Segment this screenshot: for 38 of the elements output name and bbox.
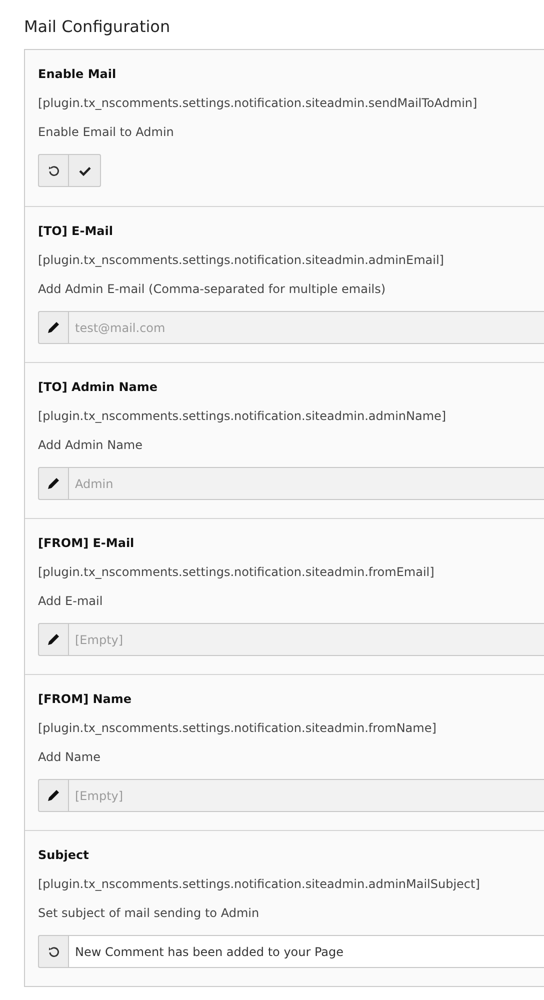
reset-button[interactable] xyxy=(38,935,69,968)
setting-title: Enable Mail xyxy=(38,66,116,82)
setting-key: [plugin.tx_nscomments.settings.notification.siteadmin.sendMailToAdmin] xyxy=(38,95,478,111)
setting-description: Add Name xyxy=(38,749,100,765)
section-heading: Mail Configuration xyxy=(24,16,170,38)
edit-button[interactable] xyxy=(38,467,69,500)
setting-title: [TO] Admin Name xyxy=(38,379,158,395)
edit-button[interactable] xyxy=(38,623,69,656)
setting-description: Set subject of mail sending to Admin xyxy=(38,905,260,921)
pencil-icon xyxy=(47,789,60,802)
setting-title: Subject xyxy=(38,847,89,863)
setting-description: Add Admin Name xyxy=(38,437,143,453)
pencil-icon xyxy=(47,477,60,490)
pencil-icon xyxy=(47,633,60,646)
setting-title: [FROM] Name xyxy=(38,691,132,707)
setting-title: [TO] E-Mail xyxy=(38,223,113,239)
checkbox[interactable] xyxy=(69,154,101,187)
edit-button[interactable] xyxy=(38,311,69,344)
text-field[interactable]: Admin xyxy=(69,467,544,500)
check-icon xyxy=(78,166,90,176)
text-field[interactable]: New Comment has been added to your Page xyxy=(69,935,544,968)
setting-description: Add E-mail xyxy=(38,593,103,609)
edit-button[interactable] xyxy=(38,779,69,812)
setting-description: Add Admin E-mail (Comma-separated for multiple emails) xyxy=(38,281,386,297)
text-field[interactable]: [Empty] xyxy=(69,779,544,812)
text-field[interactable]: [Empty] xyxy=(69,623,544,656)
setting-key: [plugin.tx_nscomments.settings.notification.siteadmin.adminEmail] xyxy=(38,252,444,268)
setting-key: [plugin.tx_nscomments.settings.notification.siteadmin.fromEmail] xyxy=(38,564,434,580)
pencil-icon xyxy=(47,321,60,334)
reset-icon xyxy=(48,164,60,176)
setting-description: Enable Email to Admin xyxy=(38,124,174,140)
setting-title: [FROM] E-Mail xyxy=(38,535,134,551)
text-field[interactable]: test@mail.com xyxy=(69,311,544,344)
setting-key: [plugin.tx_nscomments.settings.notification.siteadmin.adminName] xyxy=(38,408,446,424)
setting-key: [plugin.tx_nscomments.settings.notification.siteadmin.adminMailSubject] xyxy=(38,876,480,892)
reset-icon xyxy=(48,946,60,958)
reset-button[interactable] xyxy=(38,154,69,187)
setting-key: [plugin.tx_nscomments.settings.notification.siteadmin.fromName] xyxy=(38,720,436,736)
